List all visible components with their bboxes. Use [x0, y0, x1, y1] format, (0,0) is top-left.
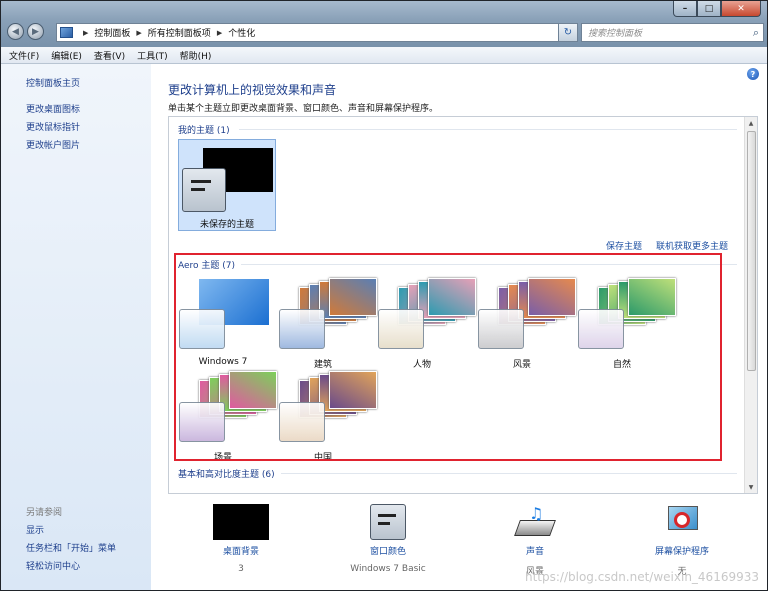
sidebar-change-mouse-pointers[interactable]: 更改鼠标指针 [26, 120, 80, 133]
section-divider [239, 129, 737, 130]
back-button[interactable]: ◀ [7, 23, 24, 40]
sidebar-control-panel-home[interactable]: 控制面板主页 [26, 76, 80, 89]
page-description: 单击某个主题立即更改桌面背景、窗口颜色、声音和屏幕保护程序。 [168, 104, 439, 114]
sidebar-ease-of-access[interactable]: 轻松访问中心 [26, 559, 80, 572]
scroll-thumb[interactable] [747, 131, 756, 371]
window-controls: – □ ✕ [673, 1, 761, 17]
sidebar: 控制面板主页 更改桌面图标 更改鼠标指针 更改帐户图片 另请参阅 显示 任务栏和… [1, 64, 151, 590]
window-color-value: Windows 7 Basic [350, 564, 426, 574]
basic-themes-heading: 基本和高对比度主题 (6) [178, 470, 275, 480]
sidebar-taskbar-start-menu[interactable]: 任务栏和「开始」菜单 [26, 541, 116, 554]
personalization-window: – □ ✕ ◀ ▶ ▶ 控制面板 ▶ 所有控制面板项 ▶ 个性化 ▼ ↻ 搜索控… [0, 0, 768, 591]
sounds-label[interactable]: 声音 [465, 544, 605, 557]
breadcrumb-control-panel[interactable]: 控制面板 [94, 26, 130, 39]
theme-label: 未保存的主题 [199, 220, 254, 230]
maximize-button[interactable]: □ [697, 1, 721, 17]
menu-tools[interactable]: 工具(T) [137, 49, 168, 62]
menu-bar: 文件(F) 编辑(E) 查看(V) 工具(T) 帮助(H) [1, 47, 767, 64]
scroll-up-icon[interactable]: ▲ [745, 117, 757, 129]
address-bar[interactable]: ▶ 控制面板 ▶ 所有控制面板项 ▶ 个性化 ▼ [56, 23, 576, 42]
breadcrumb-personalization[interactable]: 个性化 [228, 26, 255, 39]
desktop-background-label[interactable]: 桌面背景 [171, 544, 311, 557]
menu-view[interactable]: 查看(V) [94, 49, 125, 62]
sidebar-change-account-picture[interactable]: 更改帐户图片 [26, 138, 80, 151]
screen-saver-icon [664, 504, 700, 540]
watermark: https://blog.csdn.net/weixin_46169933 [524, 570, 759, 584]
window-swatch-icon [182, 168, 226, 212]
desktop-background-item[interactable]: 桌面背景 3 [171, 504, 311, 574]
page-title: 更改计算机上的视觉效果和声音 [168, 83, 337, 97]
section-divider [281, 473, 737, 474]
scroll-down-icon[interactable]: ▼ [745, 481, 757, 493]
sounds-icon: ♫ [514, 504, 556, 540]
help-icon[interactable]: ? [747, 68, 759, 80]
control-panel-icon [60, 27, 73, 38]
close-button[interactable]: ✕ [721, 1, 761, 17]
desktop-background-value: 3 [238, 564, 244, 574]
refresh-button[interactable]: ↻ [558, 23, 578, 42]
search-input[interactable]: 搜索控制面板 ⌕ [581, 23, 764, 42]
sidebar-change-desktop-icons[interactable]: 更改桌面图标 [26, 102, 80, 115]
save-theme-link[interactable]: 保存主题 [606, 239, 642, 252]
menu-edit[interactable]: 编辑(E) [51, 49, 82, 62]
my-themes-heading: 我的主题 (1) [178, 126, 230, 136]
get-more-themes-link[interactable]: 联机获取更多主题 [656, 239, 728, 252]
theme-list: 我的主题 (1) 未保存的主题 保存主题 联机获取更多主题 Aero 主题 (7… [168, 116, 758, 494]
theme-unsaved[interactable]: 未保存的主题 [178, 139, 276, 231]
see-also-heading: 另请参阅 [26, 508, 63, 518]
sounds-item[interactable]: ♫ 声音 风景 [465, 504, 605, 577]
screen-saver-item[interactable]: 屏幕保护程序 无 [612, 504, 752, 577]
minimize-button[interactable]: – [673, 1, 697, 17]
window-color-icon [370, 504, 406, 540]
breadcrumb-all-items[interactable]: 所有控制面板项 [148, 26, 211, 39]
desktop-background-icon [213, 504, 269, 540]
highlight-box [174, 253, 722, 461]
theme-list-scrollbar[interactable]: ▲ ▼ [744, 117, 757, 493]
screen-saver-label[interactable]: 屏幕保护程序 [612, 544, 752, 557]
window-color-item[interactable]: 窗口颜色 Windows 7 Basic [318, 504, 458, 574]
menu-help[interactable]: 帮助(H) [180, 49, 212, 62]
sidebar-display[interactable]: 显示 [26, 523, 44, 536]
menu-file[interactable]: 文件(F) [9, 49, 39, 62]
main-content: ? 更改计算机上的视觉效果和声音 单击某个主题立即更改桌面背景、窗口颜色、声音和… [151, 64, 767, 590]
title-bar: – □ ✕ ◀ ▶ ▶ 控制面板 ▶ 所有控制面板项 ▶ 个性化 ▼ ↻ 搜索控… [1, 1, 767, 47]
forward-button[interactable]: ▶ [27, 23, 44, 40]
window-color-label[interactable]: 窗口颜色 [318, 544, 458, 557]
search-icon[interactable]: ⌕ [753, 26, 759, 40]
